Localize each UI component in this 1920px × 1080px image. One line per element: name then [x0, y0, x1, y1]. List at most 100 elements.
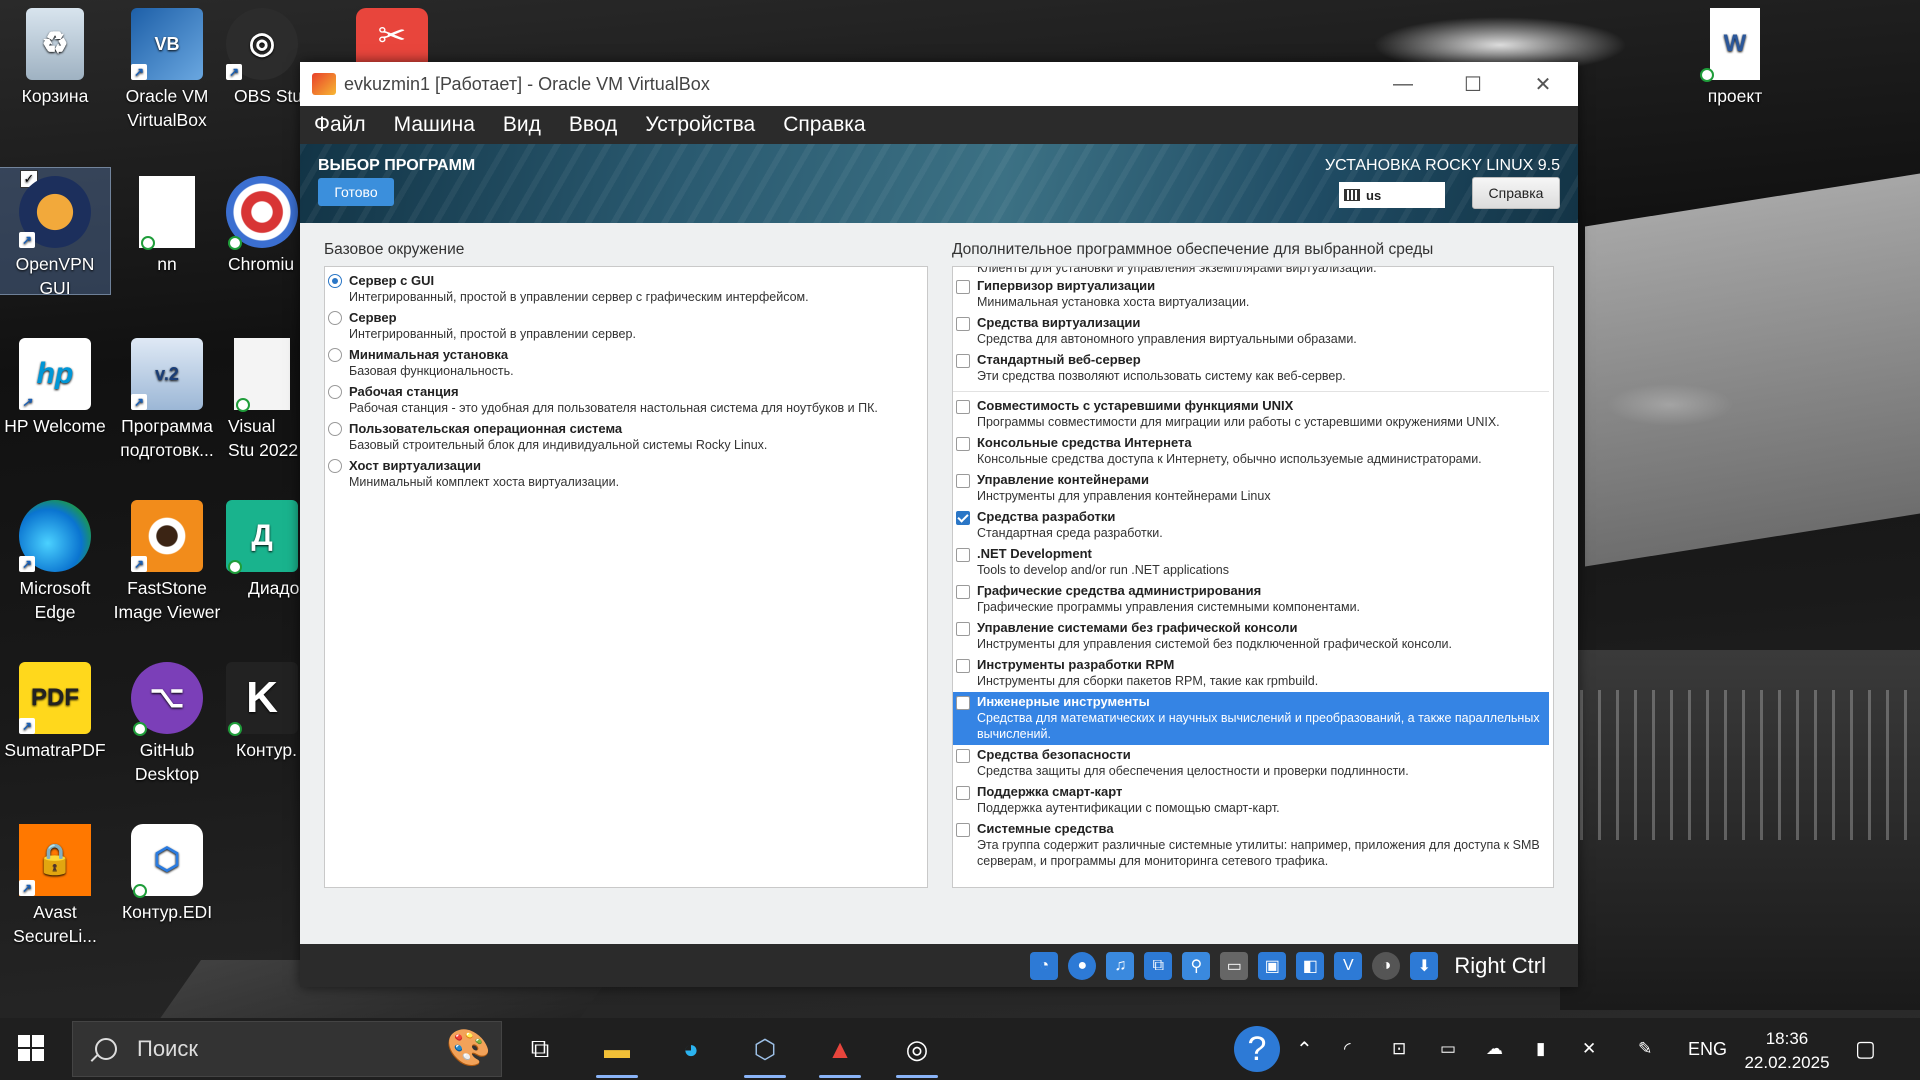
menu-devices[interactable]: Устройства [631, 113, 769, 137]
addon-option[interactable]: Системные средства Эта группа содержит ра… [953, 819, 1549, 872]
desktop-icon-visual-studio[interactable]: Visual Stu 2022 [224, 330, 300, 462]
checkbox[interactable] [956, 317, 970, 331]
addon-option[interactable]: Стандартный веб-сервер Эти средства позво… [953, 350, 1549, 387]
menu-view[interactable]: Вид [489, 113, 555, 137]
addon-option[interactable]: Средства безопасности Средства защиты для… [953, 745, 1549, 782]
help-button[interactable]: Справка [1472, 177, 1560, 209]
addon-option[interactable]: Консольные средства Интернета Консольные … [953, 433, 1549, 470]
environment-option[interactable]: Сервер с GUI Интегрированный, простой в у… [325, 271, 923, 308]
checkbox[interactable] [956, 659, 970, 673]
desktop-icon-chromium[interactable]: Chromiu [224, 168, 300, 276]
environment-option[interactable]: Сервер Интегрированный, простой в управле… [325, 308, 923, 345]
desktop-icon-recycle-bin[interactable]: ♻ Корзина [0, 0, 110, 108]
addon-option[interactable]: Средства виртуализации Средства для автон… [953, 313, 1549, 350]
environment-option[interactable]: Рабочая станция Рабочая станция - это удо… [325, 382, 923, 419]
addon-option[interactable]: Средства разработки Стандартная среда раз… [953, 507, 1549, 544]
addon-option[interactable]: .NET Development Tools to develop and/or … [953, 544, 1549, 581]
minimize-button[interactable]: — [1368, 62, 1438, 106]
help-icon[interactable]: ? [1234, 1026, 1280, 1072]
addon-option[interactable]: Поддержка смарт-карт Поддержка аутентифик… [953, 782, 1549, 819]
desktop-icon-faststone[interactable]: ↗ FastStone Image Viewer [112, 492, 222, 624]
addon-option[interactable]: Графические средства администрирования Гр… [953, 581, 1549, 618]
virtualbox-taskbar-icon[interactable]: ⬡ [740, 1026, 790, 1078]
hard-disk-icon[interactable]: ◔ [1030, 951, 1059, 980]
radio-button[interactable] [328, 311, 342, 325]
radio-button[interactable] [328, 348, 342, 362]
desktop-icon-project[interactable]: W проект [1680, 0, 1790, 108]
checkbox[interactable] [956, 474, 970, 488]
window-titlebar[interactable]: evkuzmin1 [Работает] - Oracle VM Virtual… [300, 62, 1578, 106]
keyboard-layout-indicator[interactable]: us [1339, 182, 1445, 208]
language-indicator[interactable]: ENG [1688, 1018, 1727, 1080]
desktop-icon-sumatrapdf[interactable]: PDF ↗ SumatraPDF [0, 654, 110, 762]
network-icon[interactable]: ⧉ [1144, 951, 1173, 980]
addon-option[interactable]: Гипервизор виртуализации Минимальная уста… [953, 276, 1549, 313]
radio-button[interactable] [328, 422, 342, 436]
addon-option[interactable]: Управление контейнерами Инструменты для у… [953, 470, 1549, 507]
desktop-icon-edge[interactable]: ↗ Microsoft Edge [0, 492, 110, 624]
checkbox[interactable] [956, 280, 970, 294]
desktop-icon-kontur[interactable]: K Контур. [224, 654, 300, 762]
addon-option[interactable]: Совместимость с устаревшими функциями UN… [953, 396, 1549, 433]
menu-help[interactable]: Справка [769, 113, 879, 137]
clock[interactable]: 18:36 22.02.2025 [1732, 1027, 1842, 1075]
desktop-icon-prepare-program[interactable]: v.2 ↗ Программа подготовк... [112, 330, 222, 462]
addon-option[interactable]: Инженерные инструменты Средства для матем… [953, 692, 1549, 745]
pen-icon[interactable]: ✎ [1638, 1018, 1652, 1080]
addons-list[interactable]: Клиенты для установки и управления экзем… [952, 266, 1554, 888]
desktop-icon-kontur-edi[interactable]: ⬡ Контур.EDI [112, 816, 222, 924]
desktop-icon-virtualbox[interactable]: VB ↗ Oracle VM VirtualBox [112, 0, 222, 132]
checkbox[interactable] [956, 548, 970, 562]
shared-folders-icon[interactable]: ▭ [1220, 951, 1249, 980]
environment-option[interactable]: Хост виртуализации Минимальный комплект х… [325, 456, 923, 493]
checkbox[interactable] [956, 786, 970, 800]
checkbox[interactable] [956, 437, 970, 451]
microphone-icon[interactable]: ▮ [1536, 1018, 1545, 1080]
radio-button[interactable] [328, 459, 342, 473]
desktop-icon-hp-welcome[interactable]: hp ↗ HP Welcome [0, 330, 110, 438]
wifi-icon[interactable]: ◜ [1344, 1018, 1351, 1080]
usb-icon[interactable]: ⚲ [1182, 951, 1211, 980]
desktop-icon-openvpn[interactable]: ✓ ↗ OpenVPN GUI [0, 167, 111, 298]
show-hidden-icons[interactable]: ⌃ [1296, 1018, 1313, 1080]
recording-icon[interactable]: ◧ [1296, 951, 1325, 980]
app-taskbar-icon[interactable]: ▲ [815, 1026, 865, 1078]
battery-icon[interactable]: ▭ [1440, 1018, 1456, 1080]
desktop-icon-avast[interactable]: 🔒 ↗ Avast SecureLi... [0, 816, 110, 948]
taskbar-pinned-app-icon[interactable]: ✂ [356, 8, 428, 64]
addon-option[interactable]: Инструменты разработки RPM Инструменты дл… [953, 655, 1549, 692]
desktop-icon-github-desktop[interactable]: ⌥ GitHub Desktop [112, 654, 222, 786]
obs-taskbar-icon[interactable]: ◎ [892, 1026, 942, 1078]
checkbox[interactable] [956, 511, 970, 525]
onedrive-icon[interactable]: ☁ [1486, 1018, 1503, 1080]
menu-input[interactable]: Ввод [555, 113, 631, 137]
checkbox[interactable] [956, 622, 970, 636]
checkbox[interactable] [956, 400, 970, 414]
volume-muted-icon[interactable]: ✕ [1582, 1018, 1596, 1080]
search-box[interactable]: Поиск 🎨 [72, 1021, 502, 1077]
checkbox[interactable] [956, 749, 970, 763]
close-button[interactable]: ✕ [1508, 62, 1578, 106]
desktop-icon-diadoc[interactable]: Д Диадо [224, 492, 300, 600]
audio-icon[interactable]: ♫ [1106, 951, 1135, 980]
display-icon[interactable]: ▣ [1258, 951, 1287, 980]
radio-button[interactable] [328, 274, 342, 288]
environment-option[interactable]: Минимальная установка Базовая функциональ… [325, 345, 923, 382]
desktop-icon-nn[interactable]: nn [112, 168, 222, 276]
desktop-icon-obs[interactable]: ◎ ↗ OBS Stu [224, 0, 300, 108]
start-button[interactable] [18, 1035, 44, 1061]
optical-drive-icon[interactable]: ● [1068, 951, 1097, 980]
meet-now-icon[interactable]: ⊡ [1392, 1018, 1406, 1080]
edge-taskbar-icon[interactable]: ◕ [666, 1026, 716, 1072]
keyboard-capture-icon[interactable]: ⬇ [1410, 951, 1439, 980]
addon-option[interactable]: Управление системами без графической кон… [953, 618, 1549, 655]
radio-button[interactable] [328, 385, 342, 399]
mouse-integration-icon[interactable]: ◑ [1372, 951, 1401, 980]
vt-x-icon[interactable]: V [1334, 951, 1363, 980]
maximize-button[interactable]: ☐ [1438, 62, 1508, 106]
file-explorer-icon[interactable]: ▬ [592, 1026, 642, 1078]
notifications-icon[interactable]: ▢ [1855, 1018, 1876, 1080]
done-button[interactable]: Готово [318, 178, 394, 206]
task-view-icon[interactable]: ⧉ [515, 1026, 565, 1072]
guest-screen[interactable]: ВЫБОР ПРОГРАММ Готово УСТАНОВКА ROCKY LI… [300, 144, 1578, 944]
